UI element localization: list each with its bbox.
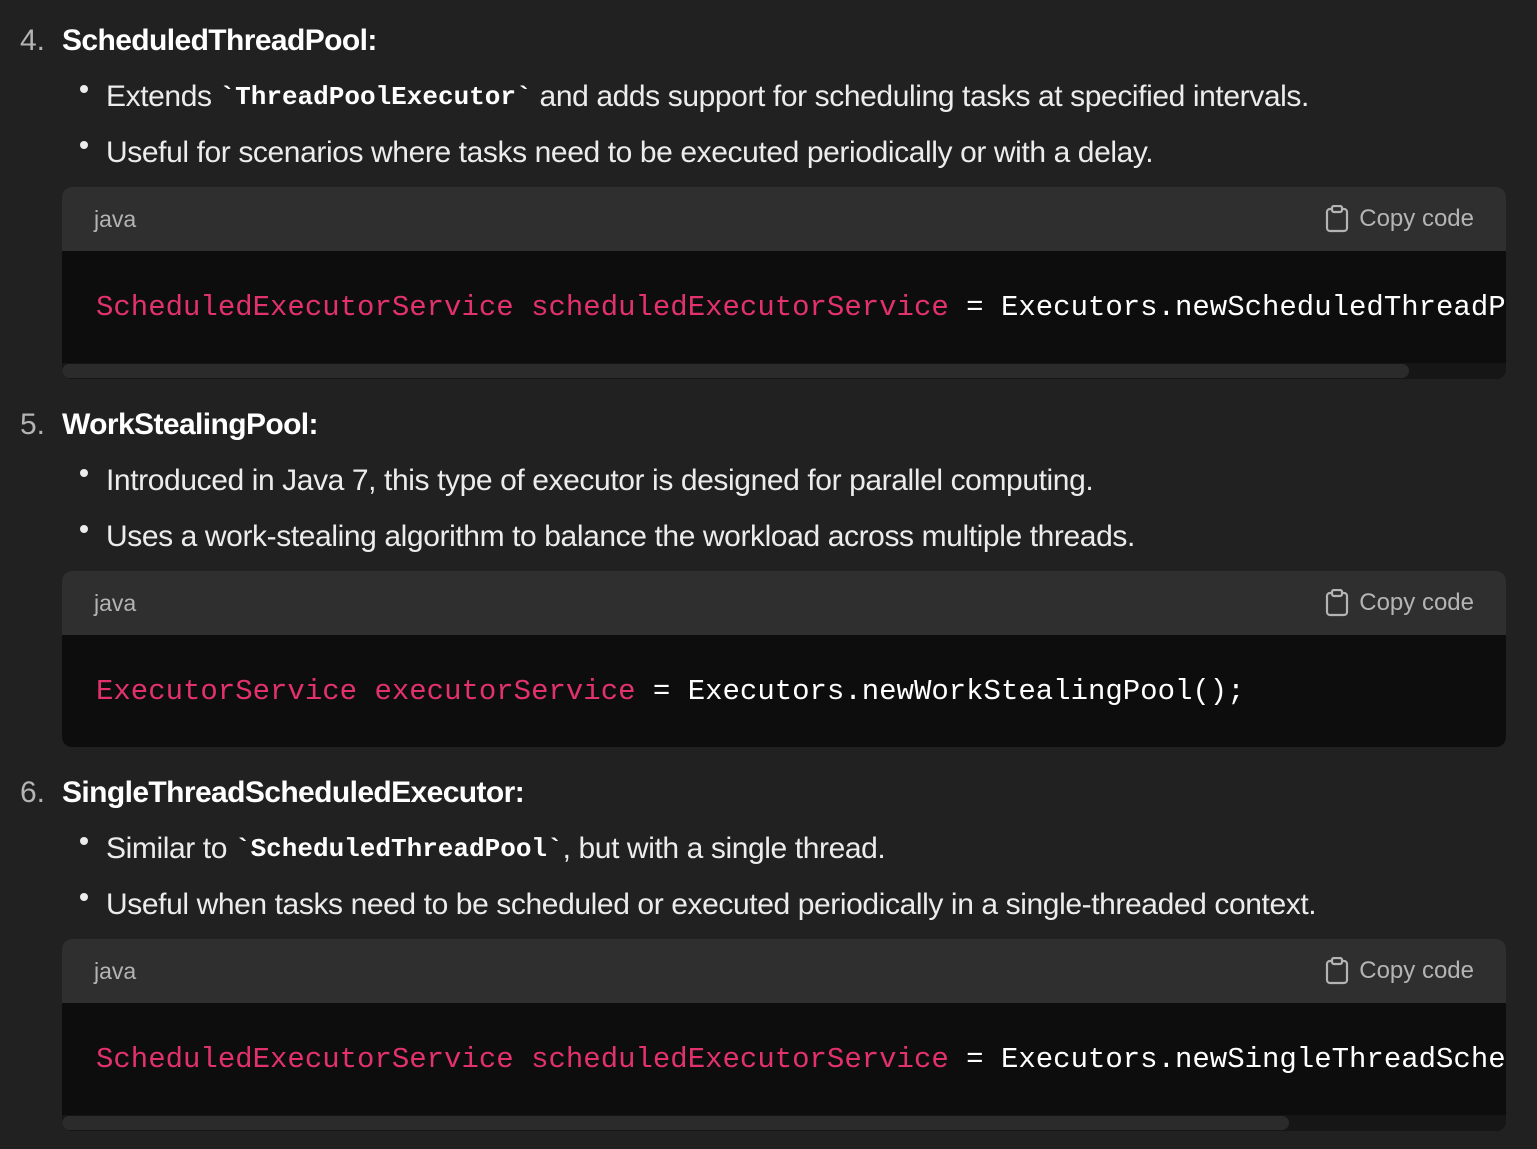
code-variable: scheduledExecutorService	[531, 290, 949, 324]
code-block: java Copy code ScheduledExecutorService …	[62, 187, 1506, 379]
clipboard-icon	[1326, 589, 1349, 617]
code-type: ScheduledExecutorService	[96, 1042, 514, 1076]
list-number: 4.	[20, 24, 46, 57]
code-header: java Copy code	[62, 187, 1506, 251]
code-type: ScheduledExecutorService	[96, 290, 514, 324]
bullet-dot	[80, 893, 88, 901]
code-type: ExecutorService	[96, 674, 358, 708]
bullet-item: Similar to `ScheduledThreadPool` , but w…	[80, 829, 886, 869]
code-rest: = Executors.newSingleThreadSchedul	[948, 1042, 1506, 1076]
copy-code-label: Copy code	[1359, 205, 1474, 232]
bullet-dot	[80, 469, 88, 477]
code-block: java Copy code ScheduledExecutorService …	[62, 939, 1506, 1131]
bullet-text: Extends	[106, 80, 220, 113]
horizontal-scrollbar[interactable]	[62, 363, 1506, 379]
copy-code-label: Copy code	[1359, 589, 1474, 616]
list-item-heading: 4. ScheduledThreadPool:	[20, 21, 377, 61]
code-language: java	[94, 589, 137, 616]
bullet-text: Useful when tasks need to be scheduled o…	[106, 888, 1317, 921]
bullet-dot	[80, 525, 88, 533]
clipboard-icon	[1326, 205, 1349, 233]
copy-code-button[interactable]: Copy code	[1325, 957, 1474, 985]
code-content: ExecutorService executorService = Execut…	[62, 635, 1506, 747]
code-language: java	[94, 205, 137, 232]
code-content: ScheduledExecutorService scheduledExecut…	[62, 251, 1506, 363]
horizontal-scrollbar[interactable]	[62, 1115, 1506, 1131]
clipboard-icon	[1326, 957, 1349, 985]
code-language: java	[94, 957, 137, 984]
copy-code-button[interactable]: Copy code	[1325, 205, 1474, 233]
bullet-text: Introduced in Java 7, this type of execu…	[106, 464, 1094, 497]
list-item-heading: 5. WorkStealingPool:	[20, 405, 319, 445]
bullet-item: Useful when tasks need to be scheduled o…	[80, 885, 1317, 925]
bullet-item: Useful for scenarios where tasks need to…	[80, 133, 1154, 173]
scrollbar-thumb[interactable]	[62, 364, 1409, 378]
code-header: java Copy code	[62, 571, 1506, 635]
code-header: java Copy code	[62, 939, 1506, 1003]
heading-title: WorkStealingPool:	[62, 408, 319, 441]
bullet-text: and adds support for scheduling tasks at…	[531, 80, 1310, 113]
copy-code-label: Copy code	[1359, 957, 1474, 984]
bullet-text: Uses a work-stealing algorithm to balanc…	[106, 520, 1135, 553]
bullet-dot	[80, 85, 88, 93]
bullet-text: Useful for scenarios where tasks need to…	[106, 136, 1154, 169]
heading-title: ScheduledThreadPool:	[62, 24, 377, 57]
list-number: 6.	[20, 776, 46, 809]
copy-code-button[interactable]: Copy code	[1325, 589, 1474, 617]
code-variable: executorService	[374, 674, 636, 708]
code-rest: = Executors.newScheduledThreadPool	[948, 290, 1506, 324]
list-number: 5.	[20, 408, 46, 441]
bullet-item: Introduced in Java 7, this type of execu…	[80, 461, 1094, 501]
scrollbar-thumb[interactable]	[62, 1116, 1289, 1130]
bullet-item: Uses a work-stealing algorithm to balanc…	[80, 517, 1135, 557]
list-item-heading: 6. SingleThreadScheduledExecutor:	[20, 773, 525, 813]
inline-code: `ScheduledThreadPool`	[234, 834, 563, 864]
code-rest: = Executors.newWorkStealingPool();	[635, 674, 1245, 708]
bullet-item: Extends `ThreadPoolExecutor` and adds su…	[80, 77, 1309, 117]
inline-code: `ThreadPoolExecutor`	[219, 82, 532, 112]
bullet-text: Similar to	[106, 832, 235, 865]
code-variable: scheduledExecutorService	[531, 1042, 949, 1076]
bullet-text: , but with a single thread.	[562, 832, 886, 865]
code-content: ScheduledExecutorService scheduledExecut…	[62, 1003, 1506, 1115]
heading-title: SingleThreadScheduledExecutor:	[62, 776, 525, 809]
code-block: java Copy code ExecutorService executorS…	[62, 571, 1506, 747]
bullet-dot	[80, 141, 88, 149]
bullet-dot	[80, 837, 88, 845]
